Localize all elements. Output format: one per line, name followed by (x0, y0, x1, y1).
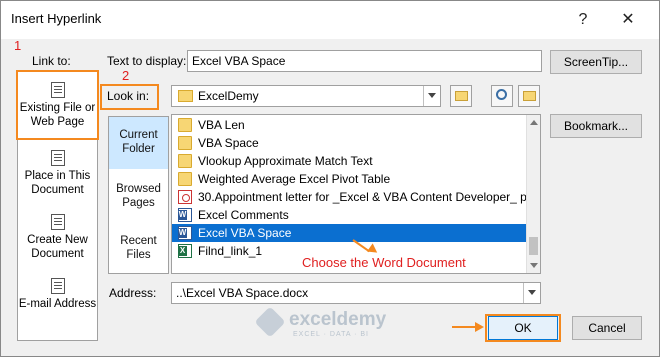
tab-recent-files[interactable]: Recent Files (109, 223, 168, 273)
ok-button[interactable]: OK (488, 316, 558, 340)
browse-web-button[interactable] (491, 85, 513, 107)
dialog-title: Insert Hyperlink (11, 11, 102, 26)
link-to-email-address[interactable]: E-mail Address (18, 278, 97, 311)
address-value: ..\Excel VBA Space.docx (176, 286, 309, 300)
list-item[interactable]: VBA Space (172, 134, 527, 152)
folder-icon (178, 90, 193, 102)
chevron-down-icon[interactable] (423, 86, 440, 106)
address-combo[interactable]: ..\Excel VBA Space.docx (171, 282, 541, 304)
link-to-create-label: Create New Document (27, 234, 88, 260)
document-place-icon (50, 150, 65, 166)
file-name: Excel Comments (198, 208, 289, 222)
up-folder-icon (455, 91, 468, 101)
scroll-down-icon[interactable] (530, 263, 538, 268)
list-item[interactable]: 30.Appointment letter for _Excel & VBA C… (172, 188, 527, 206)
scroll-up-icon[interactable] (530, 120, 538, 125)
list-item[interactable]: VBA Len (172, 116, 527, 134)
tab-current-folder[interactable]: Current Folder (109, 117, 168, 169)
folder-icon (178, 118, 192, 132)
screentip-button[interactable]: ScreenTip... (550, 50, 642, 74)
link-to-label: Link to: (32, 54, 71, 68)
file-name: VBA Space (198, 136, 259, 150)
email-icon (50, 278, 65, 294)
text-to-display-input[interactable]: Excel VBA Space (187, 50, 542, 72)
title-bar: Insert Hyperlink ? ✕ (1, 1, 659, 39)
pdf-file-icon (178, 190, 192, 204)
file-name: 30.Appointment letter for _Excel & VBA C… (198, 190, 527, 204)
word-file-icon (178, 226, 192, 240)
link-to-email-label: E-mail Address (18, 298, 97, 310)
bookmark-button[interactable]: Bookmark... (550, 114, 642, 138)
folder-icon (178, 136, 192, 150)
exceldemy-logo-icon (254, 306, 286, 338)
cancel-button[interactable]: Cancel (572, 316, 642, 340)
excel-file-icon (178, 244, 192, 258)
file-name: Excel VBA Space (198, 226, 292, 240)
folder-icon (178, 154, 192, 168)
list-item[interactable]: Excel Comments (172, 206, 527, 224)
new-document-icon (50, 214, 65, 230)
up-folder-button[interactable] (450, 85, 472, 107)
address-label: Address: (109, 286, 157, 300)
file-name: Weighted Average Excel Pivot Table (198, 172, 391, 186)
text-to-display-label: Text to display: (107, 54, 187, 68)
chevron-down-icon[interactable] (523, 283, 540, 303)
file-list: VBA Len VBA Space Vlookup Approximate Ma… (171, 114, 541, 274)
annotation-step-1: 1 (14, 38, 22, 53)
link-to-place-label: Place in This Document (24, 170, 91, 196)
look-in-label: Look in: (107, 89, 150, 103)
ok-arrow-head (475, 322, 484, 332)
file-name: Filnd_link_1 (198, 244, 263, 258)
file-name: VBA Len (198, 118, 245, 132)
list-item[interactable]: Vlookup Approximate Match Text (172, 152, 527, 170)
file-name: Vlookup Approximate Match Text (198, 154, 373, 168)
existing-file-highlight-box (16, 70, 99, 140)
scroll-thumb[interactable] (529, 237, 538, 255)
list-item[interactable]: Weighted Average Excel Pivot Table (172, 170, 527, 188)
folder-icon (178, 172, 192, 186)
list-item-selected[interactable]: Excel VBA Space (172, 224, 527, 242)
choose-word-document-hint: Choose the Word Document (302, 255, 466, 270)
open-folder-icon (523, 91, 536, 101)
watermark-name: exceldemy (289, 309, 387, 330)
look-in-value: ExcelDemy (198, 89, 259, 103)
link-to-place-in-document[interactable]: Place in This Document (18, 150, 97, 197)
close-button[interactable]: ✕ (617, 9, 639, 31)
link-to-create-new-document[interactable]: Create New Document (18, 214, 97, 261)
annotation-step-2: 2 (122, 68, 130, 83)
search-globe-icon (496, 89, 507, 100)
browse-file-button[interactable] (518, 85, 540, 107)
help-button[interactable]: ? (572, 9, 594, 31)
look-in-combo[interactable]: ExcelDemy (171, 85, 441, 107)
browse-side-tabs: Current Folder Browsed Pages Recent File… (108, 116, 169, 274)
insert-hyperlink-dialog: Insert Hyperlink ? ✕ 1 2 Link to: Existi… (0, 0, 660, 357)
word-file-icon (178, 208, 192, 222)
file-list-scrollbar[interactable] (526, 115, 540, 273)
watermark-tagline: EXCEL · DATA · BI (293, 331, 369, 338)
tab-browsed-pages[interactable]: Browsed Pages (109, 171, 168, 221)
